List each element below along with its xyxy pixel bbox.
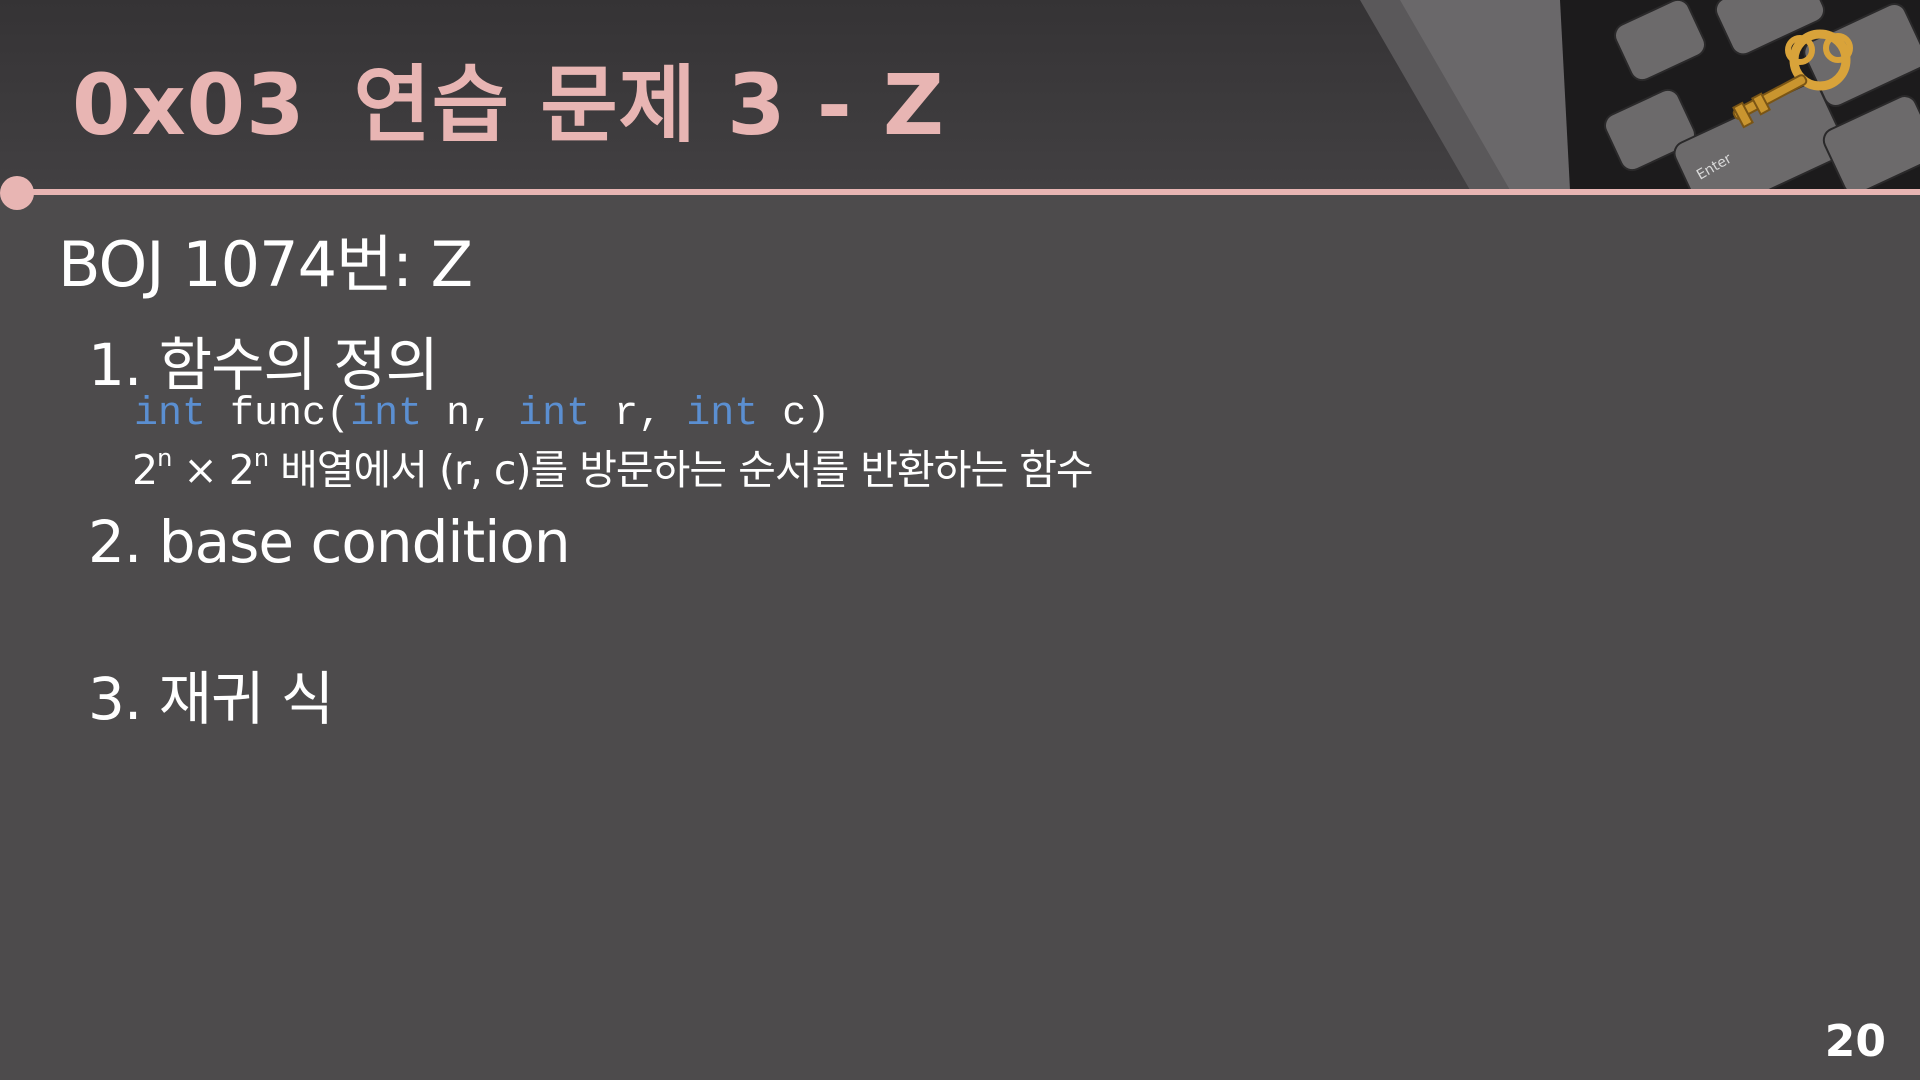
problem-heading: BOJ 1074번: Z [58, 228, 473, 301]
list-item-base-condition: 2. base condition [88, 508, 571, 576]
page-number: 20 [1824, 1016, 1886, 1067]
desc-exponent: n [157, 444, 172, 472]
divider-dot [0, 176, 34, 210]
slide-title: 0x03 연습 문제 3 - Z [72, 38, 945, 159]
code-keyword: int [686, 392, 759, 437]
code-token: c) [782, 392, 831, 437]
code-keyword: int [350, 392, 423, 437]
list-item-function-definition: 1. 함수의 정의 [88, 331, 439, 399]
function-description: 2n × 2n 배열에서 (r, c)를 방문하는 순서를 반환하는 함수 [132, 436, 1094, 496]
desc-times: × [171, 446, 229, 494]
header-divider [18, 189, 1920, 195]
slide-title-text: 연습 문제 3 - Z [353, 56, 945, 154]
code-token: func( [230, 392, 351, 437]
code-keyword: int [518, 392, 591, 437]
desc-base: 2 [132, 446, 158, 494]
header-banner: 0x03 연습 문제 3 - Z Enter [0, 0, 1920, 190]
slide-title-number: 0x03 [72, 56, 306, 154]
code-keyword: int [134, 392, 207, 437]
desc-exponent: n [253, 444, 269, 472]
desc-base: 2 [228, 446, 255, 494]
desc-text: 배열에서 (r, c)를 방문하는 순서를 반환하는 함수 [268, 446, 1094, 494]
function-signature-code: int func(int n, int r, int c) [134, 392, 830, 437]
keyboard-key-image: Enter [1360, 0, 1920, 190]
list-item-recursion: 3. 재귀 식 [88, 665, 334, 733]
code-token: r, [614, 392, 663, 437]
code-token: n, [446, 392, 495, 437]
